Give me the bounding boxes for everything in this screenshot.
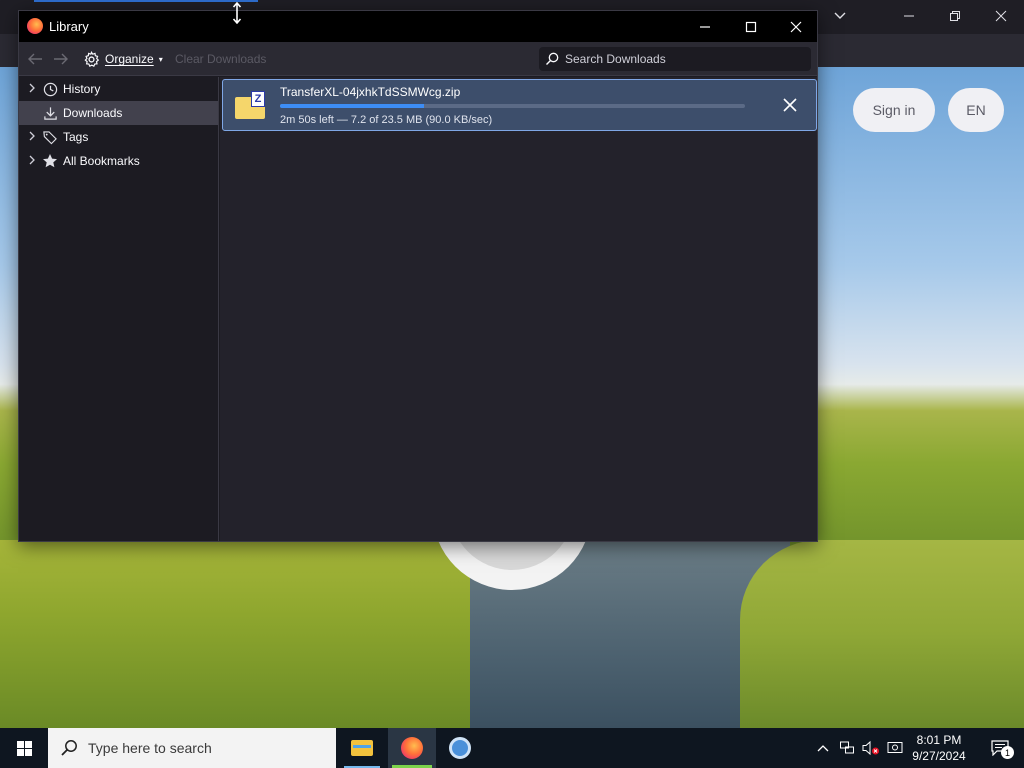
firefox-logo-icon [401, 737, 423, 759]
library-sidebar: History Downloads Tags All Bookmarks [19, 77, 219, 541]
taskbar-file-explorer[interactable] [338, 728, 386, 768]
organize-label: Organize [105, 52, 154, 66]
screen-capture-icon[interactable] [884, 728, 906, 768]
search-icon [546, 52, 559, 65]
clock-date: 9/27/2024 [912, 749, 966, 763]
taskbar-chromium[interactable] [436, 728, 484, 768]
organize-menu-button[interactable]: Organize ▾ [83, 48, 163, 70]
taskbar-clock[interactable]: 8:01 PM 9/27/2024 [906, 732, 972, 764]
network-icon[interactable] [836, 728, 858, 768]
clear-downloads-button[interactable]: Clear Downloads [175, 52, 266, 66]
library-minimize-button[interactable] [682, 11, 728, 42]
active-tab-indicator [34, 0, 258, 2]
library-title: Library [49, 19, 89, 34]
search-icon [61, 740, 77, 756]
expand-chevron-icon[interactable] [27, 83, 37, 96]
library-toolbar: Organize ▾ Clear Downloads [19, 42, 817, 76]
library-close-button[interactable] [773, 11, 819, 42]
windows-logo-icon [16, 740, 32, 756]
download-progress-fill [280, 104, 425, 108]
download-filename: TransferXL-04jxhkTdSSMWcg.zip [280, 85, 461, 99]
taskbar-search-placeholder: Type here to search [88, 740, 212, 756]
sidebar-item-label: Downloads [63, 106, 123, 120]
browser-minimize-button[interactable] [886, 4, 932, 28]
sign-in-button[interactable]: Sign in [853, 88, 935, 132]
clock-icon [41, 80, 59, 98]
sidebar-item-tags[interactable]: Tags [19, 125, 218, 149]
download-progress-bar [280, 104, 745, 108]
expand-chevron-icon[interactable] [27, 131, 37, 144]
wallpaper-grass-left [0, 540, 520, 728]
browser-close-button[interactable] [978, 4, 1024, 28]
download-item[interactable]: Z TransferXL-04jxhkTdSSMWcg.zip 2m 50s l… [222, 79, 817, 131]
search-downloads-box[interactable] [539, 47, 811, 71]
download-status: 2m 50s left — 7.2 of 23.5 MB (90.0 KB/se… [280, 114, 493, 126]
folder-icon [351, 740, 373, 756]
wallpaper-grass-right [740, 540, 1024, 728]
back-arrow-icon[interactable] [26, 50, 44, 68]
sidebar-item-label: All Bookmarks [63, 154, 140, 168]
browser-restore-button[interactable] [932, 4, 978, 28]
chromium-logo-icon [449, 737, 471, 759]
dropdown-caret-icon: ▾ [158, 54, 163, 64]
library-maximize-button[interactable] [728, 11, 774, 42]
tag-icon [41, 128, 59, 146]
tab-list-chevron-icon[interactable] [817, 4, 863, 28]
library-titlebar[interactable]: Library [19, 11, 817, 42]
gear-icon [84, 50, 100, 67]
taskbar-firefox[interactable] [388, 728, 436, 768]
firefox-logo-icon [27, 18, 43, 34]
sidebar-item-all-bookmarks[interactable]: All Bookmarks [19, 149, 218, 173]
forward-arrow-icon[interactable] [52, 50, 70, 68]
sidebar-item-label: Tags [63, 130, 89, 144]
taskbar-search-box[interactable]: Type here to search [48, 728, 336, 768]
star-icon [41, 152, 59, 170]
notification-count-badge: 1 [1001, 746, 1014, 759]
sidebar-item-history[interactable]: History [19, 77, 218, 101]
show-hidden-icons-chevron-icon[interactable] [814, 728, 832, 768]
cancel-download-button[interactable] [778, 93, 802, 117]
clock-time: 8:01 PM [916, 733, 962, 747]
expand-chevron-icon[interactable] [27, 155, 37, 168]
start-button[interactable] [0, 728, 48, 768]
close-icon [783, 98, 797, 112]
downloads-list: Z TransferXL-04jxhkTdSSMWcg.zip 2m 50s l… [220, 77, 817, 541]
download-icon [41, 104, 59, 122]
action-center-button[interactable]: 1 [980, 728, 1020, 768]
sidebar-item-label: History [63, 82, 101, 96]
resize-cursor-icon [231, 2, 243, 24]
search-downloads-input[interactable] [565, 52, 795, 66]
sidebar-item-downloads[interactable]: Downloads [19, 101, 218, 125]
library-window: Library Organize ▾ Clear Downloads Searc… [18, 10, 818, 542]
language-button[interactable]: EN [948, 88, 1004, 132]
volume-muted-icon[interactable] [860, 728, 882, 768]
zip-file-icon: Z [235, 91, 265, 119]
windows-taskbar: Type here to search 8:01 PM 9/27/2024 1 [0, 728, 1024, 768]
